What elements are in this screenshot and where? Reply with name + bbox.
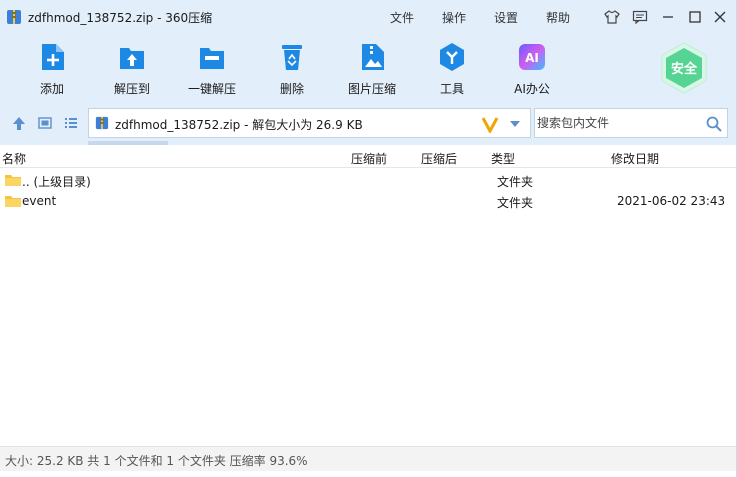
address-bar[interactable]: zdfhmod_138752.zip - 解包大小为 26.9 KB: [88, 108, 531, 138]
recycle-bin-icon: [282, 45, 302, 70]
image-compress-label: 图片压缩: [347, 82, 396, 96]
file-name: event: [22, 194, 57, 208]
image-compress-button[interactable]: 图片压缩: [337, 40, 407, 100]
one-click-extract-button[interactable]: 一键解压: [177, 40, 247, 100]
column-size-before[interactable]: 压缩前: [351, 150, 387, 167]
column-header: 名称 压缩前 压缩后 类型 修改日期: [0, 146, 736, 168]
message-icon: [632, 10, 648, 24]
maximize-icon: [689, 11, 701, 23]
address-tab-indicator: [88, 141, 168, 145]
file-name: .. (上级目录): [22, 175, 91, 189]
status-text: 大小: 25.2 KB 共 1 个文件和 1 个文件夹 压缩率 93.6%: [5, 454, 308, 468]
image-zip-icon: [362, 44, 384, 70]
minimize-button[interactable]: [659, 8, 677, 26]
search-icon[interactable]: [705, 115, 723, 133]
add-file-icon: [42, 44, 64, 70]
chevron-down-icon[interactable]: [509, 120, 521, 128]
tools-button[interactable]: 工具: [417, 40, 487, 100]
close-icon: [714, 11, 726, 23]
maximize-button[interactable]: [686, 8, 704, 26]
ai-icon: AI: [519, 44, 545, 70]
zip-archive-icon: [95, 116, 109, 130]
search-input[interactable]: [537, 114, 697, 132]
list-item-parent[interactable]: .. (上级目录) 文件夹: [0, 170, 736, 191]
shield-icon: 安全: [661, 42, 707, 94]
menu-help[interactable]: 帮助: [546, 9, 570, 26]
window-title: zdfhmod_138752.zip - 360压缩: [28, 11, 213, 25]
tools-hexagon-icon: [440, 43, 464, 71]
one-click-extract-label: 一键解压: [187, 82, 236, 96]
column-size-after[interactable]: 压缩后: [421, 150, 457, 167]
list-item-event[interactable]: event 文件夹 2021-06-02 23:43: [0, 191, 736, 212]
extract-to-label: 解压到: [113, 82, 150, 96]
folder-icon: [5, 175, 21, 186]
security-badge[interactable]: 安全: [657, 41, 711, 95]
feedback-button[interactable]: [631, 8, 649, 26]
menu-operate[interactable]: 操作: [442, 9, 466, 26]
address-path: zdfhmod_138752.zip - 解包大小为 26.9 KB: [115, 118, 363, 132]
minimize-icon: [663, 16, 673, 18]
column-modified[interactable]: 修改日期: [611, 150, 659, 167]
folder-icon: [5, 196, 21, 207]
file-type: 文件夹: [497, 196, 534, 210]
safe-badge-text: 安全: [671, 61, 698, 77]
app-window: zdfhmod_138752.zip - 360压缩 文件 操作 设置 帮助 添…: [0, 0, 737, 477]
delete-button[interactable]: 删除: [257, 40, 327, 100]
add-label: 添加: [39, 82, 64, 96]
search-box[interactable]: [534, 108, 728, 138]
ai-office-button[interactable]: AI AI办公: [497, 40, 567, 100]
verified-v-icon[interactable]: [481, 115, 499, 133]
up-arrow-icon[interactable]: [11, 114, 27, 132]
file-type: 文件夹: [497, 175, 534, 189]
thumbnail-view-icon[interactable]: [37, 114, 53, 132]
close-button[interactable]: [711, 8, 729, 26]
column-type[interactable]: 类型: [491, 150, 515, 167]
extract-folder-icon: [120, 48, 144, 69]
ai-badge-text: AI: [525, 51, 539, 65]
window-chrome: zdfhmod_138752.zip - 360压缩 文件 操作 设置 帮助 添…: [0, 0, 736, 145]
list-view-icon[interactable]: [63, 114, 79, 132]
zip-archive-icon: [7, 10, 21, 24]
one-click-extract-icon: [200, 48, 224, 69]
file-modified: 2021-06-02 23:43: [617, 194, 726, 208]
title-bar[interactable]: zdfhmod_138752.zip - 360压缩 文件 操作 设置 帮助: [0, 0, 736, 34]
shirt-icon: [604, 10, 620, 24]
skin-button[interactable]: [603, 8, 621, 26]
column-name[interactable]: 名称: [2, 150, 26, 167]
tools-label: 工具: [439, 82, 464, 96]
add-button[interactable]: 添加: [17, 40, 87, 100]
ai-office-label: AI办公: [514, 82, 550, 96]
menu-settings[interactable]: 设置: [494, 9, 518, 26]
delete-label: 删除: [279, 82, 304, 96]
menu-file[interactable]: 文件: [390, 9, 414, 26]
status-bar: 大小: 25.2 KB 共 1 个文件和 1 个文件夹 压缩率 93.6%: [0, 446, 736, 471]
extract-to-button[interactable]: 解压到: [97, 40, 167, 100]
